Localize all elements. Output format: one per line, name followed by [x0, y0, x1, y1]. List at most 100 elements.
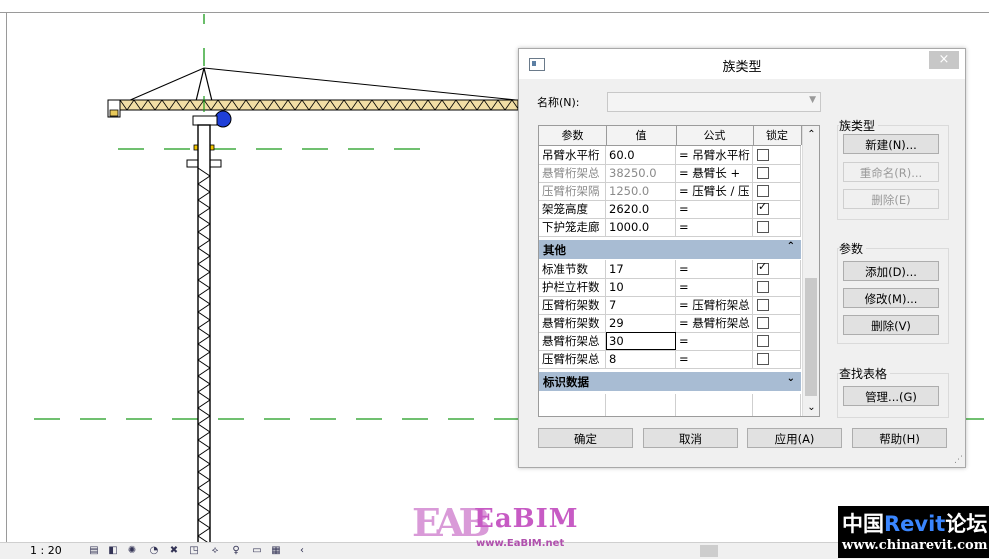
cell-formula[interactable]: =: [676, 278, 753, 296]
manage-lookup-button[interactable]: 管理...(G): [843, 386, 939, 406]
grid-row[interactable]: 压臂桁架总 8 =: [539, 350, 801, 369]
cell-value[interactable]: 2620.0: [606, 200, 676, 218]
grid-row[interactable]: 下护笼走廊 1000.0 =: [539, 218, 801, 237]
cell-formula[interactable]: = 悬臂桁架总: [676, 314, 753, 332]
lock-checkbox[interactable]: [757, 299, 769, 311]
grid-row[interactable]: 架笼高度 2620.0 = ✓: [539, 200, 801, 219]
cell-value[interactable]: 38250.0: [606, 164, 676, 182]
cell-formula[interactable]: =: [676, 200, 753, 218]
cell-formula[interactable]: = 压臂桁架总: [676, 296, 753, 314]
header-value[interactable]: 值: [606, 126, 677, 145]
highlight-icon[interactable]: ▦: [270, 545, 282, 556]
grid-row[interactable]: 悬臂桁架总 38250.0 = 悬臂长 +: [539, 164, 801, 183]
scroll-up-icon[interactable]: ⌃: [803, 126, 819, 143]
reveal-hidden-icon[interactable]: ♀: [230, 545, 242, 556]
lock-checkbox[interactable]: [757, 185, 769, 197]
lock-checkbox-checked[interactable]: ✓: [757, 201, 769, 215]
temporary-hide-icon[interactable]: ⟡: [209, 545, 221, 556]
crop-region-icon[interactable]: ◳: [188, 545, 200, 556]
cell-formula[interactable]: = 悬臂长 +: [676, 164, 753, 182]
lock-checkbox[interactable]: [757, 281, 769, 293]
view-scale[interactable]: 1 : 20: [30, 544, 62, 557]
cell-value[interactable]: 8: [606, 350, 676, 368]
collapse-icon[interactable]: ⌄: [787, 373, 795, 384]
analysis-icon[interactable]: ▭: [251, 545, 263, 556]
dialog-titlebar[interactable]: 族类型 ×: [519, 49, 965, 79]
visual-style-icon[interactable]: ◧: [107, 545, 119, 556]
blank-cell: [539, 394, 606, 416]
lock-checkbox[interactable]: [757, 317, 769, 329]
delete-type-button[interactable]: 删除(E): [843, 189, 939, 209]
family-types-title: 族类型: [839, 117, 879, 134]
lock-checkbox[interactable]: [757, 335, 769, 347]
lock-checkbox[interactable]: [757, 353, 769, 365]
new-type-button[interactable]: 新建(N)...: [843, 134, 939, 154]
lock-checkbox[interactable]: [757, 167, 769, 179]
cell-value[interactable]: 17: [606, 260, 676, 278]
header-formula[interactable]: 公式: [676, 126, 754, 145]
scroll-down-icon[interactable]: ⌄: [803, 399, 819, 416]
rename-type-button[interactable]: 重命名(R)...: [843, 162, 939, 182]
grid-row[interactable]: 悬臂桁架数 29 = 悬臂桁架总: [539, 314, 801, 333]
modify-parameter-button[interactable]: 修改(M)...: [843, 288, 939, 308]
group-header-other[interactable]: 其他 ⌃: [539, 240, 801, 259]
cell-value[interactable]: 60.0: [606, 146, 676, 164]
cell-param: 压臂桁架隔: [539, 182, 606, 200]
collapse-icon[interactable]: ⌃: [787, 241, 795, 252]
chinarevit-revit: Revit: [884, 512, 946, 536]
sun-path-icon[interactable]: ✺: [126, 545, 138, 556]
crop-view-icon[interactable]: ✖: [168, 545, 180, 556]
detail-level-icon[interactable]: ▤: [88, 545, 100, 556]
cell-formula[interactable]: = 压臂长 / 压: [676, 182, 753, 200]
cell-value[interactable]: 29: [606, 314, 676, 332]
cell-formula[interactable]: =: [676, 350, 753, 368]
lock-checkbox[interactable]: [757, 149, 769, 161]
cell-value[interactable]: 10: [606, 278, 676, 296]
cell-param: 标准节数: [539, 260, 606, 278]
horizontal-scroll-thumb[interactable]: [700, 545, 718, 557]
cell-formula[interactable]: = 吊臂水平桁: [676, 146, 753, 164]
cancel-button[interactable]: 取消: [643, 428, 738, 448]
ok-button[interactable]: 确定: [538, 428, 633, 448]
grid-row[interactable]: 压臂桁架数 7 = 压臂桁架总: [539, 296, 801, 315]
header-param[interactable]: 参数: [539, 126, 607, 145]
shadows-icon[interactable]: ◔: [148, 545, 160, 556]
cell-param: 护栏立杆数: [539, 278, 606, 296]
cell-param: 悬臂桁架总: [539, 332, 606, 350]
close-button[interactable]: ×: [929, 51, 959, 69]
scroll-left-icon[interactable]: ‹: [296, 545, 308, 556]
cell-value[interactable]: 1250.0: [606, 182, 676, 200]
cell-param: 悬臂桁架总: [539, 164, 606, 182]
name-label: 名称(N):: [537, 96, 580, 109]
dialog-title: 族类型: [722, 60, 762, 75]
cell-value[interactable]: 30: [606, 332, 676, 350]
resize-grip-icon[interactable]: ⋰: [954, 455, 963, 465]
cell-formula[interactable]: =: [676, 260, 753, 278]
cell-formula[interactable]: =: [676, 218, 753, 236]
lock-checkbox-checked[interactable]: ✓: [757, 261, 769, 275]
grid-row[interactable]: 悬臂桁架总 30 =: [539, 332, 801, 351]
cell-param: 吊臂水平桁: [539, 146, 606, 164]
grid-scrollbar[interactable]: ⌃ ⌄: [802, 126, 819, 416]
grid-row[interactable]: 标准节数 17 = ✓: [539, 260, 801, 279]
grid-row[interactable]: 压臂桁架隔 1250.0 = 压臂长 / 压: [539, 182, 801, 201]
grid-row[interactable]: 吊臂水平桁 60.0 = 吊臂水平桁: [539, 146, 801, 165]
cell-param: 架笼高度: [539, 200, 606, 218]
remove-parameter-button[interactable]: 删除(V): [843, 315, 939, 335]
chinarevit-suffix: 论坛: [945, 512, 988, 536]
add-parameter-button[interactable]: 添加(D)...: [843, 261, 939, 281]
cell-value[interactable]: 1000.0: [606, 218, 676, 236]
apply-button[interactable]: 应用(A): [747, 428, 842, 448]
eabim-logo: EAB: [412, 500, 491, 545]
scroll-thumb[interactable]: [805, 278, 817, 396]
help-button[interactable]: 帮助(H): [852, 428, 947, 448]
group-header-identity[interactable]: 标识数据 ⌄: [539, 372, 801, 391]
grid-blank-row: [539, 394, 801, 416]
grid-row[interactable]: 护栏立杆数 10 =: [539, 278, 801, 297]
cell-formula[interactable]: =: [676, 332, 753, 350]
blank-cell: [753, 394, 801, 416]
header-lock[interactable]: 锁定: [753, 126, 802, 145]
lock-checkbox[interactable]: [757, 221, 769, 233]
cell-value[interactable]: 7: [606, 296, 676, 314]
eabim-url: www.EaBIM.net: [476, 538, 565, 549]
